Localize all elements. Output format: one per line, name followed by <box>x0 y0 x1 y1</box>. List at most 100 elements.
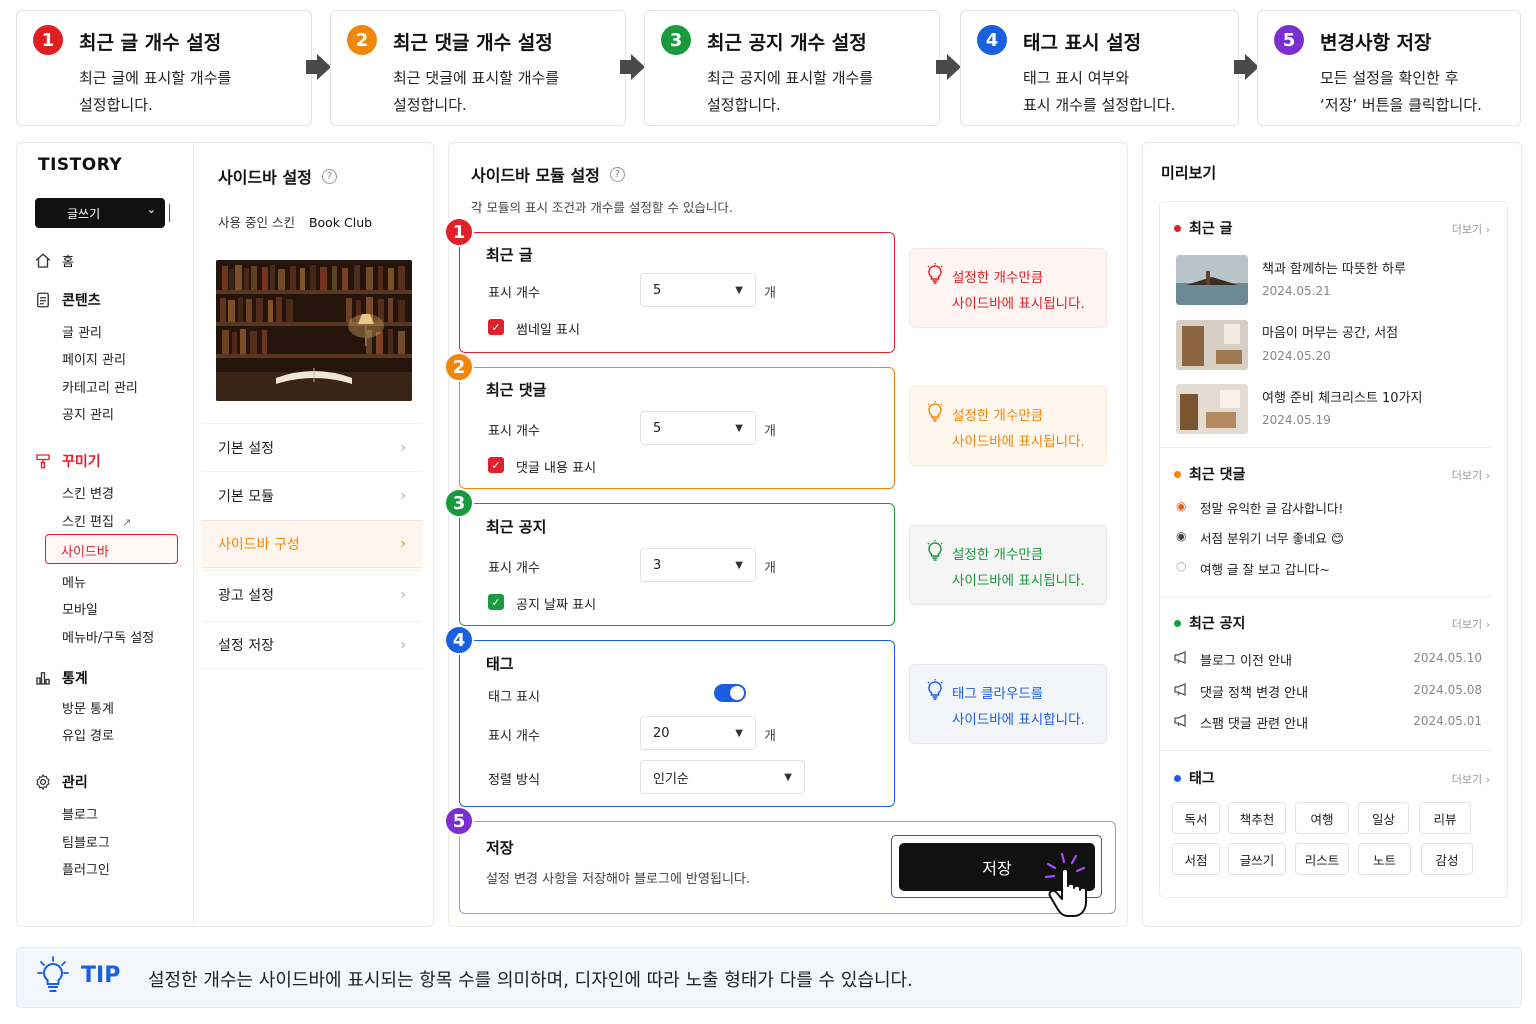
step-number: 4 <box>977 25 1007 55</box>
recent-comments-count-select[interactable]: 5 ▼ <box>640 411 756 445</box>
chevron-down-icon[interactable]: ⌄ <box>147 203 156 216</box>
step-title: 최근 공지 개수 설정 <box>707 32 867 54</box>
sidebar-item-categories[interactable]: 카테고리 관리 <box>62 377 138 396</box>
sidebar-item-blog[interactable]: 블로그 <box>62 804 98 823</box>
hint-tags: 태그 클라우드를 사이드바에 표시합니다. <box>909 664 1107 744</box>
step-title: 최근 댓글 개수 설정 <box>393 32 553 54</box>
sidebar-item-visits[interactable]: 방문 통계 <box>62 698 114 717</box>
sidebar-item-skin-edit[interactable]: 스킨 편집 ↗ <box>62 511 131 530</box>
tag-chip[interactable]: 감성 <box>1421 843 1473 875</box>
help-icon[interactable]: ? <box>609 166 625 182</box>
notice-title[interactable]: 스팸 댓글 관련 안내 <box>1200 713 1308 732</box>
sidebar-item-pages[interactable]: 페이지 관리 <box>62 349 126 368</box>
tag-chip[interactable]: 일상 <box>1358 802 1409 834</box>
sidebar-section-decorate[interactable]: 꾸미기 <box>34 451 101 471</box>
thumbnail-checkbox[interactable]: ✓ <box>488 319 504 335</box>
sidebar-item-menubar[interactable]: 메뉴바/구독 설정 <box>62 627 154 646</box>
step-number: 3 <box>661 25 691 55</box>
chevron-down-icon: ▼ <box>735 284 743 296</box>
sidebar-item-plugins[interactable]: 플러그인 <box>62 859 110 878</box>
comment-text[interactable]: 서점 분위기 너무 좋네요 😊 <box>1200 528 1344 547</box>
comment-icon: ◉ <box>1176 499 1187 513</box>
post-title[interactable]: 마음이 머무는 공간, 서점 <box>1262 322 1398 341</box>
toggle-knob <box>730 686 744 700</box>
step-desc: 모든 설정을 확인한 후 ‘저장’ 버튼을 클릭합니다. <box>1320 69 1482 114</box>
step-title: 최근 글 개수 설정 <box>79 32 222 54</box>
step-desc: 태그 표시 여부와 표시 개수를 설정합니다. <box>1023 69 1176 114</box>
chevron-right-icon: › <box>1485 773 1490 786</box>
unit-label: 개 <box>764 286 776 301</box>
save-desc: 설정 변경 사항을 저장해야 블로그에 반영됩니다. <box>486 872 750 887</box>
tag-show-toggle[interactable] <box>714 684 746 702</box>
tag-chip[interactable]: 독서 <box>1172 802 1220 834</box>
module-number: 2 <box>444 352 474 382</box>
more-link[interactable]: 더보기 › <box>1452 221 1490 237</box>
step-4: 4 태그 표시 설정 태그 표시 여부와 표시 개수를 설정합니다. <box>960 10 1239 126</box>
tag-sort-select[interactable]: 인기순 ▼ <box>640 760 805 794</box>
preview-recent-comments: 최근 댓글 더보기 › ◉ 정말 유익한 글 감사합니다! ◉ 서점 분위기 너… <box>1172 464 1492 584</box>
menu-basic-settings[interactable]: 기본 설정 › <box>202 423 422 471</box>
menu-sidebar-layout[interactable]: 사이드바 구성 › <box>202 520 422 568</box>
more-link[interactable]: 더보기 › <box>1452 616 1490 632</box>
sidebar-section-content[interactable]: 콘텐츠 <box>34 290 101 310</box>
count-label: 표시 개수 <box>488 424 540 439</box>
logo[interactable]: TISTORY <box>38 155 122 175</box>
sidebar-item-mobile[interactable]: 모바일 <box>62 599 98 618</box>
step-5: 5 변경사항 저장 모든 설정을 확인한 후 ‘저장’ 버튼을 클릭합니다. <box>1257 10 1521 126</box>
sidebar-item-notices[interactable]: 공지 관리 <box>62 404 114 423</box>
help-icon[interactable]: ? <box>321 168 337 184</box>
notice-title[interactable]: 댓글 정책 변경 안내 <box>1200 682 1308 701</box>
comment-content-checkbox[interactable]: ✓ <box>488 457 504 473</box>
comment-text[interactable]: 여행 글 잘 보고 갑니다~ <box>1200 559 1330 578</box>
sidebar-item-home[interactable]: 홈 <box>34 251 74 270</box>
tag-count-select[interactable]: 20 ▼ <box>640 716 756 750</box>
post-title[interactable]: 여행 준비 체크리스트 10가지 <box>1262 387 1423 406</box>
comment-text[interactable]: 정말 유익한 글 감사합니다! <box>1200 498 1343 517</box>
megaphone-icon <box>1174 651 1186 664</box>
tag-chip[interactable]: 리뷰 <box>1419 802 1471 834</box>
step-number: 1 <box>33 25 63 55</box>
sidebar-item-skin-change[interactable]: 스킨 변경 <box>62 483 114 502</box>
tag-chip[interactable]: 글쓰기 <box>1228 843 1286 875</box>
sidebar-item-teamblog[interactable]: 팀블로그 <box>62 832 110 851</box>
module-card-recent-posts: 1 최근 글 표시 개수 5 ▼ 개 ✓ 썸네일 표시 <box>444 217 895 353</box>
lightbulb-icon <box>927 263 943 284</box>
post-title[interactable]: 책과 함께하는 따뜻한 하루 <box>1262 258 1406 277</box>
sidebar-item-posts[interactable]: 글 관리 <box>62 322 102 341</box>
menu-basic-modules[interactable]: 기본 모듈 › <box>202 471 422 519</box>
preview-section-title: 최근 글 <box>1174 218 1233 238</box>
tag-chip[interactable]: 노트 <box>1358 843 1411 875</box>
preview-title: 미리보기 <box>1161 164 1217 182</box>
notice-title[interactable]: 블로그 이전 안내 <box>1200 650 1292 669</box>
recent-posts-count-select[interactable]: 5 ▼ <box>640 273 756 307</box>
sidebar-section-manage[interactable]: 관리 <box>34 772 88 792</box>
menu-ad-settings[interactable]: 광고 설정 › <box>202 570 422 618</box>
tag-chip[interactable]: 서점 <box>1172 843 1220 875</box>
sidebar-item-menu[interactable]: 메뉴 <box>62 572 86 591</box>
notice-date-checkbox[interactable]: ✓ <box>488 594 504 610</box>
skin-info: 사용 중인 스킨 Book Club <box>218 215 373 230</box>
tag-chip[interactable]: 리스트 <box>1295 843 1349 875</box>
speech-bubble-icon: ○ <box>1176 559 1187 573</box>
menu-save-settings[interactable]: 설정 저장 › <box>202 621 422 669</box>
more-link[interactable]: 더보기 › <box>1452 467 1490 483</box>
more-link[interactable]: 더보기 › <box>1452 771 1490 787</box>
tag-chip[interactable]: 여행 <box>1295 802 1349 834</box>
sidebar-section-stats[interactable]: 통계 <box>34 668 88 688</box>
tag-chip[interactable]: 책추천 <box>1228 802 1286 834</box>
preview-recent-notices: 최근 공지 더보기 › 블로그 이전 안내 2024.05.10 댓글 정책 변… <box>1172 613 1492 733</box>
chevron-down-icon: ▼ <box>784 771 792 783</box>
comment-content-checkbox-label: 댓글 내용 표시 <box>516 461 597 476</box>
preview-divider <box>1160 447 1492 448</box>
module-title: 태그 <box>486 655 514 673</box>
hint-text: 설정한 개수만큼 사이드바에 표시됩니다. <box>952 408 1085 450</box>
chevron-right-icon: › <box>400 637 406 653</box>
cursor-click-icon <box>1044 852 1087 917</box>
bullet-dot <box>1174 470 1181 478</box>
tip-bar: TIP 설정한 개수는 사이드바에 표시되는 항목 수를 의미하며, 디자인에 … <box>16 947 1522 1008</box>
sidebar-item-sidebar[interactable]: 사이드바 <box>45 534 178 564</box>
step-desc: 최근 글에 표시할 개수를 설정합니다. <box>79 69 232 114</box>
recent-notices-count-select[interactable]: 3 ▼ <box>640 548 756 582</box>
write-button[interactable]: 글쓰기 ⌄ <box>35 198 170 228</box>
sidebar-item-referrers[interactable]: 유입 경로 <box>62 725 114 744</box>
